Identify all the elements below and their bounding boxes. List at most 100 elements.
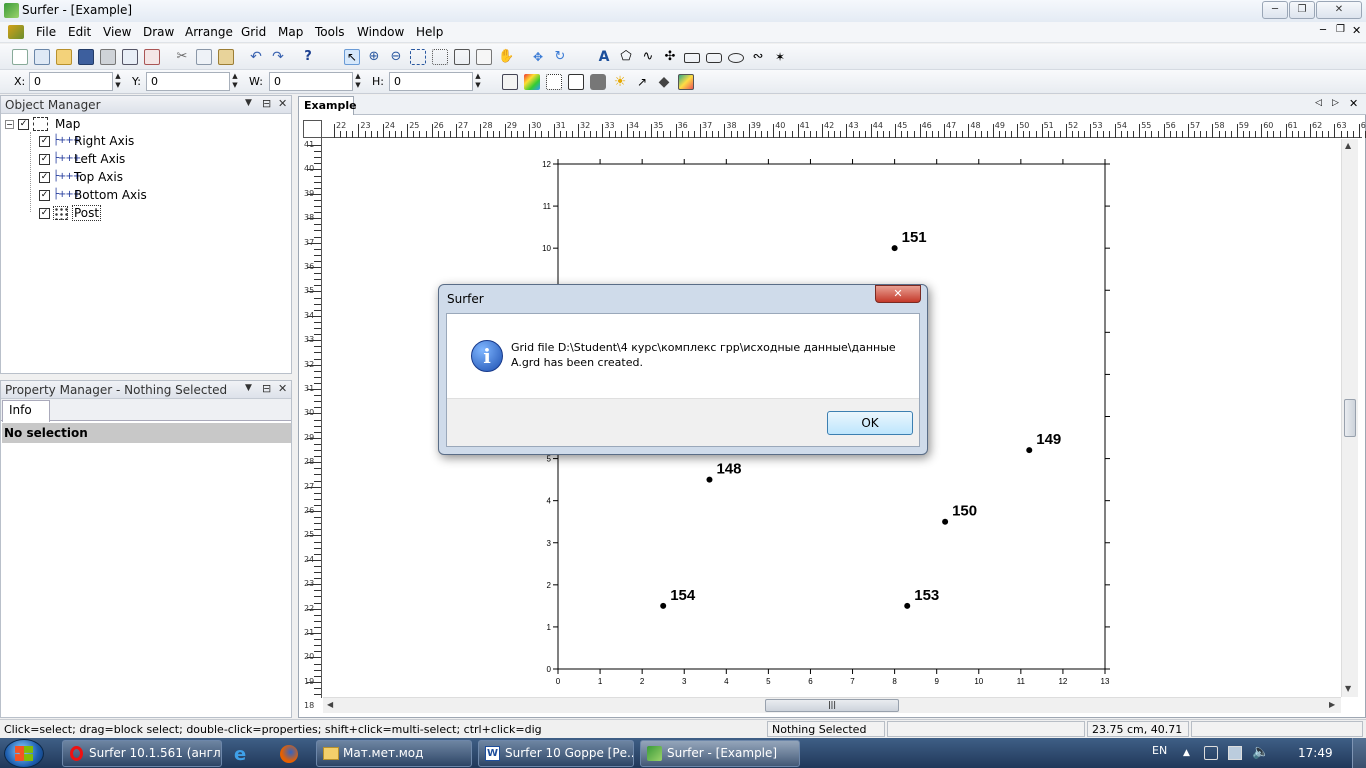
zoom-fit-icon[interactable] xyxy=(432,49,448,65)
panel-dropdown-icon[interactable]: ▼ xyxy=(245,383,252,393)
paste-icon[interactable] xyxy=(218,49,234,65)
new-icon[interactable] xyxy=(12,49,28,65)
scroll-up-icon[interactable]: ▲ xyxy=(1345,141,1351,150)
vector-map-icon[interactable]: ↗ xyxy=(634,74,650,90)
menu-window[interactable]: Window xyxy=(357,25,404,39)
shaded-relief-icon[interactable]: ☀ xyxy=(612,74,628,90)
refresh-icon[interactable]: ↻ xyxy=(552,49,568,65)
cut-icon[interactable]: ✂ xyxy=(174,49,190,65)
close-button[interactable]: ✕ xyxy=(1316,1,1362,19)
mdi-close-icon[interactable]: ✕ xyxy=(1352,24,1361,37)
base-map-icon[interactable] xyxy=(502,74,518,90)
image-map-icon[interactable] xyxy=(590,74,606,90)
x-input[interactable]: 0 xyxy=(29,72,113,91)
rounded-rectangle-icon[interactable] xyxy=(706,53,722,63)
firefox-icon[interactable] xyxy=(280,745,298,763)
y-input[interactable]: 0 xyxy=(146,72,230,91)
menu-draw[interactable]: Draw xyxy=(143,25,174,39)
scroll-down-icon[interactable]: ▼ xyxy=(1345,684,1351,693)
task-opera[interactable]: Surfer 10.1.561 (англ... xyxy=(62,740,222,767)
w-input[interactable]: 0 xyxy=(269,72,353,91)
undo-icon[interactable]: ↶ xyxy=(248,49,264,65)
scroll-right-icon[interactable]: ▶ xyxy=(1329,700,1335,709)
tree-item[interactable]: ✓ ├+++ Left Axis xyxy=(31,152,271,168)
collapse-icon[interactable]: − xyxy=(5,120,14,129)
text-icon[interactable]: A xyxy=(596,49,612,65)
horizontal-scroll-thumb[interactable]: ||| xyxy=(765,699,899,712)
volume-icon[interactable]: 🔈 xyxy=(1252,744,1269,760)
tree-item[interactable]: ✓ ├+++ Right Axis xyxy=(31,134,271,150)
new-worksheet-icon[interactable] xyxy=(34,49,50,65)
panel-pin-icon[interactable]: ⊟ xyxy=(262,382,271,395)
task-folder[interactable]: Мат.мет.мод xyxy=(316,740,472,767)
import-icon[interactable] xyxy=(122,49,138,65)
mdi-minimize-icon[interactable]: ─ xyxy=(1320,25,1326,36)
h-spinner-icon[interactable]: ▲ ▼ xyxy=(473,72,483,91)
panel-pin-icon[interactable]: ⊟ xyxy=(262,97,271,110)
tab-next-icon[interactable]: ▷ xyxy=(1332,98,1339,108)
open-icon[interactable] xyxy=(56,49,72,65)
menu-tools[interactable]: Tools xyxy=(315,25,345,39)
h-input[interactable]: 0 xyxy=(389,72,473,91)
rectangle-icon[interactable] xyxy=(684,53,700,63)
zoom-in-icon[interactable]: ⊕ xyxy=(366,49,382,65)
copy-icon[interactable] xyxy=(196,49,212,65)
minimize-button[interactable]: ─ xyxy=(1262,1,1288,19)
tree-item[interactable]: ✓ ├+++ Top Axis xyxy=(31,170,271,186)
vertical-scrollbar[interactable]: ▲ ▼ xyxy=(1341,139,1358,697)
tray-expand-icon[interactable]: ▲ xyxy=(1183,748,1190,758)
maximize-button[interactable]: ❐ xyxy=(1289,1,1315,19)
ie-icon[interactable]: e xyxy=(234,744,246,765)
tab-example[interactable]: Example xyxy=(298,96,357,115)
task-word[interactable]: Surfer 10 Goppe [Ре... xyxy=(478,740,634,767)
menu-arrange[interactable]: Arrange xyxy=(185,25,233,39)
top-axis-checkbox[interactable]: ✓ xyxy=(39,172,50,183)
polygon-icon[interactable]: ⬠ xyxy=(618,49,634,65)
post-checkbox[interactable]: ✓ xyxy=(39,208,50,219)
show-desktop-button[interactable] xyxy=(1352,738,1366,768)
save-icon[interactable] xyxy=(78,49,94,65)
menu-map[interactable]: Map xyxy=(278,25,303,39)
contour-map-icon[interactable] xyxy=(524,74,540,90)
wireframe-icon[interactable]: ◆ xyxy=(656,74,672,90)
left-axis-checkbox[interactable]: ✓ xyxy=(39,154,50,165)
zoom-page-icon[interactable] xyxy=(476,49,492,65)
tab-prev-icon[interactable]: ◁ xyxy=(1315,98,1322,108)
menu-grid[interactable]: Grid xyxy=(241,25,266,39)
post-map-icon[interactable] xyxy=(546,74,562,90)
w-spinner-icon[interactable]: ▲ ▼ xyxy=(353,72,363,91)
export-icon[interactable] xyxy=(144,49,160,65)
language-indicator[interactable]: EN xyxy=(1152,744,1167,757)
x-spinner-icon[interactable]: ▲ ▼ xyxy=(113,72,123,91)
select-icon[interactable]: ↖ xyxy=(344,49,360,65)
map-checkbox[interactable]: ✓ xyxy=(18,119,29,130)
task-surfer[interactable]: Surfer - [Example] xyxy=(640,740,800,767)
help-icon[interactable]: ? xyxy=(300,49,316,65)
pan-icon[interactable]: ✋ xyxy=(498,49,514,65)
menu-file[interactable]: File xyxy=(36,25,56,39)
menu-help[interactable]: Help xyxy=(416,25,443,39)
redo-icon[interactable]: ↷ xyxy=(270,49,286,65)
print-icon[interactable] xyxy=(100,49,116,65)
rotate-view-icon[interactable]: ✥ xyxy=(530,49,546,65)
tab-info[interactable]: Info xyxy=(2,400,50,422)
bottom-axis-checkbox[interactable]: ✓ xyxy=(39,190,50,201)
spline-icon[interactable]: ∾ xyxy=(750,49,766,65)
zoom-selected-icon[interactable] xyxy=(454,49,470,65)
dialog-close-button[interactable]: ✕ xyxy=(875,285,921,303)
tree-item-map[interactable]: Map xyxy=(55,117,80,131)
ellipse-icon[interactable] xyxy=(728,53,744,63)
menu-edit[interactable]: Edit xyxy=(68,25,91,39)
vertical-scroll-thumb[interactable] xyxy=(1344,399,1356,437)
tree-item[interactable]: ✓ ├+++ Bottom Axis xyxy=(31,188,271,204)
right-axis-checkbox[interactable]: ✓ xyxy=(39,136,50,147)
surface-icon[interactable] xyxy=(678,74,694,90)
digitize-icon[interactable]: ✶ xyxy=(772,49,788,65)
panel-close-icon[interactable]: ✕ xyxy=(278,382,287,395)
polyline-icon[interactable]: ∿ xyxy=(640,49,656,65)
panel-close-icon[interactable]: ✕ xyxy=(278,97,287,110)
symbol-icon[interactable]: ✣ xyxy=(662,49,678,65)
y-spinner-icon[interactable]: ▲ ▼ xyxy=(230,72,240,91)
menu-app-icon[interactable] xyxy=(8,25,24,39)
horizontal-scrollbar[interactable]: ◀ ||| ▶ xyxy=(323,697,1341,713)
